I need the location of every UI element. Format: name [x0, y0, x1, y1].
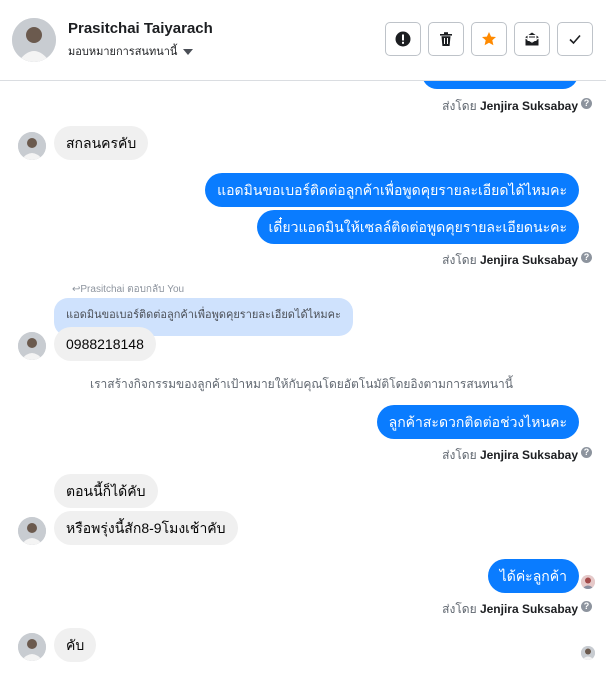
contact-name[interactable]: Prasitchai Taiyarach: [68, 20, 213, 37]
sent-by: ส่งโดย Jenjira Suksabay: [442, 446, 578, 465]
sent-by: ส่งโดย Jenjira Suksabay: [442, 97, 578, 116]
incoming-message[interactable]: ตอนนี้ก็ได้คับ: [54, 474, 158, 508]
incoming-message[interactable]: หรือพรุ่งนี้สัก8-9โมงเช้าคับ: [54, 511, 238, 545]
mark-unread-button[interactable]: [514, 22, 550, 56]
contact-avatar-small[interactable]: [18, 132, 46, 160]
contact-avatar-small[interactable]: [18, 633, 46, 661]
report-button[interactable]: [385, 22, 421, 56]
outgoing-message-cut[interactable]: [422, 81, 578, 89]
caret-down-icon: [183, 49, 194, 56]
seen-avatar: [581, 575, 595, 589]
message-thread[interactable]: ส่งโดย Jenjira Suksabay ? สกลนครคับ แอดม…: [0, 81, 606, 687]
reply-label: ↩Prasitchai ตอบกลับ You: [72, 282, 184, 297]
outgoing-message[interactable]: ลูกค้าสะดวกติดต่อช่วงไหนคะ: [376, 405, 579, 439]
check-icon: [569, 34, 581, 45]
contact-avatar[interactable]: [12, 18, 56, 62]
incoming-message[interactable]: สกลนครคับ: [54, 126, 149, 160]
system-notice: เราสร้างกิจกรรมของลูกค้าเป้าหมายให้กับคุ…: [90, 377, 513, 391]
mark-done-button[interactable]: [557, 22, 593, 56]
help-icon[interactable]: ?: [581, 601, 592, 612]
star-button[interactable]: [471, 22, 507, 56]
delete-button[interactable]: [428, 22, 464, 56]
assign-conversation-dropdown[interactable]: มอบหมายการสนทนานี้: [68, 42, 194, 60]
incoming-message[interactable]: 0988218148: [54, 327, 156, 361]
help-icon[interactable]: ?: [581, 98, 592, 109]
sent-prefix: ส่งโดย: [442, 602, 477, 616]
sender-name: Jenjira Suksabay: [479, 602, 578, 616]
report-icon: [395, 31, 411, 47]
star-icon: [482, 32, 496, 46]
mail-icon: [525, 32, 539, 46]
sent-prefix: ส่งโดย: [442, 448, 477, 462]
sent-prefix: ส่งโดย: [442, 99, 477, 113]
seen-avatar: [581, 646, 595, 660]
sender-name: Jenjira Suksabay: [479, 253, 578, 267]
trash-icon: [440, 32, 452, 46]
help-icon[interactable]: ?: [581, 447, 592, 458]
reply-label-text: Prasitchai ตอบกลับ You: [80, 284, 185, 295]
sent-by: ส่งโดย Jenjira Suksabay: [442, 600, 578, 619]
outgoing-message[interactable]: เดี๋ยวแอดมินให้เซลล์ติดต่อพูดคุยรายละเอี…: [256, 210, 579, 244]
incoming-message[interactable]: คับ: [54, 628, 97, 662]
sender-name: Jenjira Suksabay: [479, 448, 578, 462]
assign-label: มอบหมายการสนทนานี้: [68, 46, 178, 58]
sent-prefix: ส่งโดย: [442, 253, 477, 267]
help-icon[interactable]: ?: [581, 252, 592, 263]
sender-name: Jenjira Suksabay: [479, 99, 578, 113]
contact-avatar-small[interactable]: [18, 332, 46, 360]
outgoing-message[interactable]: ได้ค่ะลูกค้า: [487, 559, 579, 593]
conversation-header: Prasitchai Taiyarach มอบหมายการสนทนานี้: [0, 0, 606, 81]
sent-by: ส่งโดย Jenjira Suksabay: [442, 251, 578, 270]
contact-avatar-small[interactable]: [18, 517, 46, 545]
outgoing-message[interactable]: แอดมินขอเบอร์ติดต่อลูกค้าเพื่อพูดคุยรายล…: [205, 173, 579, 207]
